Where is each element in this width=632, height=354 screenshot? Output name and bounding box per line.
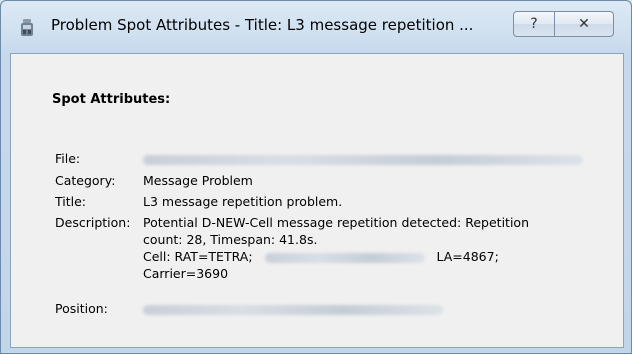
description-line-2: count: 28, Timespan: 41.8s. (143, 232, 318, 247)
dialog-content: Spot Attributes: File: Category: Message… (10, 53, 624, 348)
category-label: Category: (55, 173, 116, 188)
section-heading: Spot Attributes: (52, 92, 171, 107)
cell-suffix: LA=4867; (436, 249, 499, 264)
file-label: File: (55, 151, 81, 166)
app-icon (21, 19, 33, 36)
position-value-redacted (143, 300, 613, 317)
description-value: Potential D-NEW-Cell message repetition … (143, 214, 613, 282)
cell-redacted (264, 252, 425, 263)
description-line-3: Cell: RAT=TETRA; LA=4867; (143, 248, 613, 265)
title-label: Title: (55, 194, 86, 209)
category-value: Message Problem (143, 173, 253, 188)
position-label: Position: (55, 301, 108, 316)
dialog-window: Problem Spot Attributes - Title: L3 mess… (0, 0, 632, 354)
close-button[interactable]: ✕ (554, 11, 614, 37)
description-label: Description: (55, 215, 131, 230)
file-value-redacted (143, 150, 613, 167)
title-value: L3 message repetition problem. (143, 194, 343, 209)
help-button[interactable]: ? (513, 11, 555, 37)
title-bar[interactable]: Problem Spot Attributes - Title: L3 mess… (1, 1, 631, 53)
window-title: Problem Spot Attributes - Title: L3 mess… (51, 16, 474, 34)
description-line-1: Potential D-NEW-Cell message repetition … (143, 215, 529, 230)
close-icon: ✕ (578, 16, 590, 32)
cell-prefix: Cell: RAT=TETRA; (143, 249, 253, 264)
description-line-4: Carrier=3690 (143, 266, 229, 281)
help-icon: ? (530, 16, 538, 32)
